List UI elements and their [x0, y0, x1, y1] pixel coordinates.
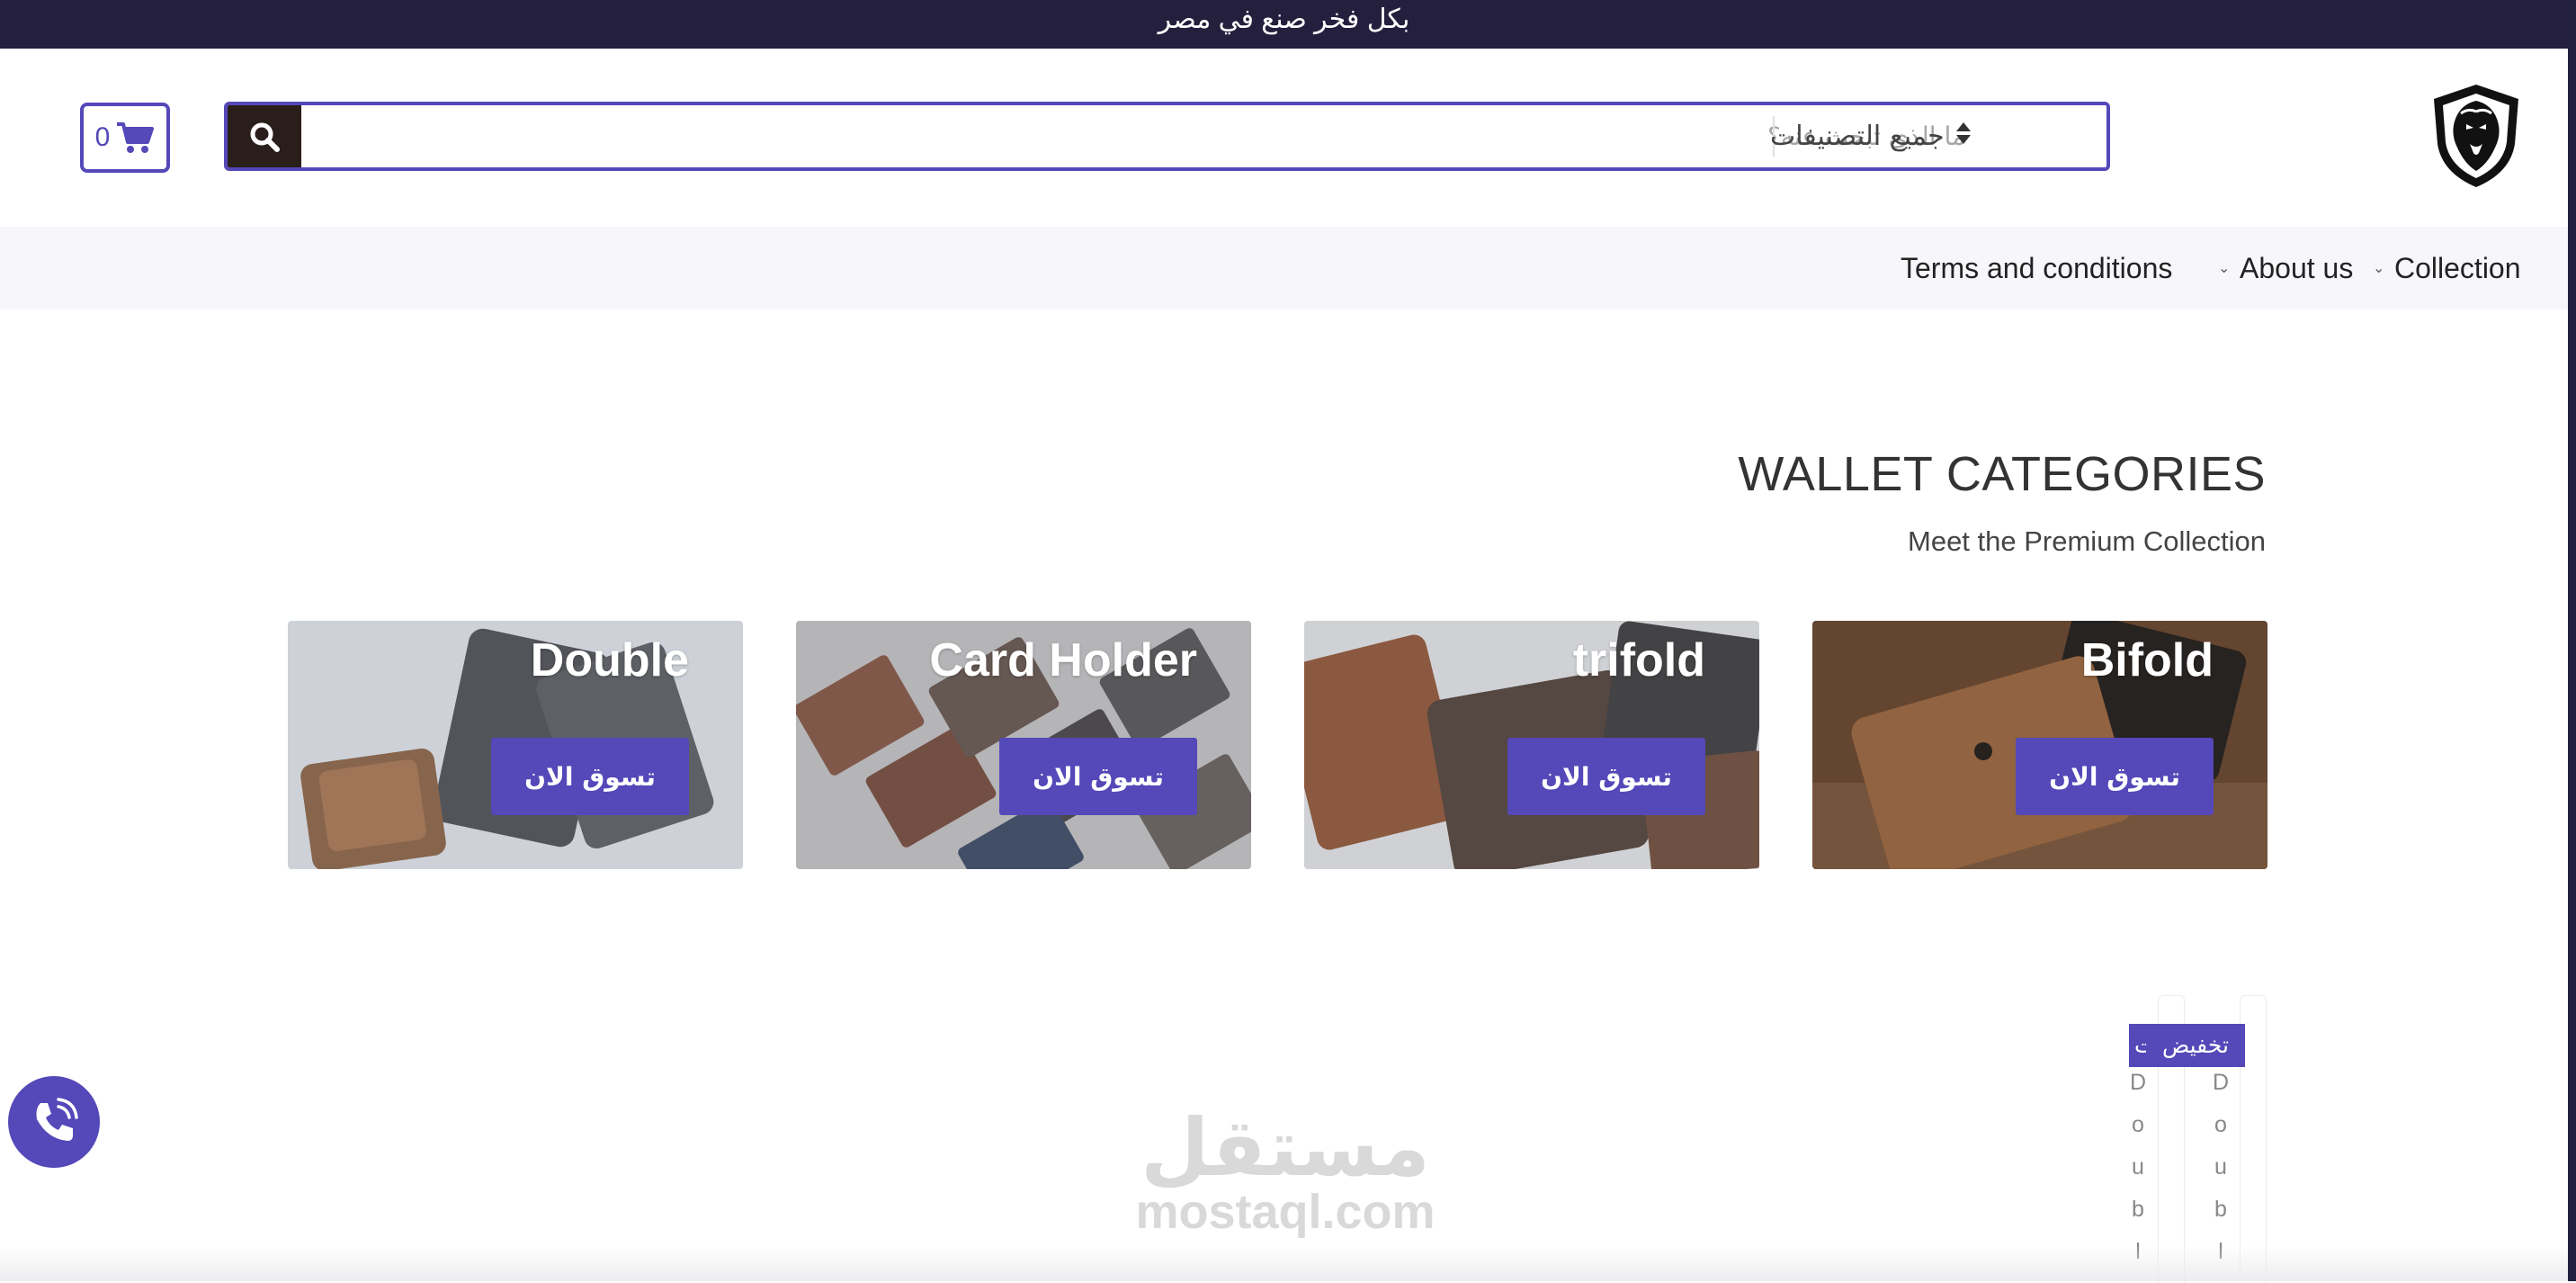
announcement-text: بكل فخر صنع في مصر: [1158, 4, 1410, 34]
cart-count: 0: [94, 122, 111, 152]
product-name-letter: u: [2214, 1154, 2227, 1180]
nav-item-label: Terms and conditions: [1901, 252, 2173, 284]
category-select-label: جميع التصنيفات: [1770, 121, 1945, 152]
product-name-letter: o: [2214, 1112, 2227, 1137]
phone-icon: [36, 1098, 78, 1141]
category-title: Card Holder: [929, 634, 1197, 686]
product-name-letter: D: [2212, 1070, 2230, 1095]
search-bar: جميع التصنيفات: [224, 102, 2110, 171]
product-name-letter: b: [2132, 1197, 2144, 1222]
watermark: مستقل mostaql.com: [1128, 1101, 1443, 1239]
section-subtitle: Meet the Premium Collection: [1908, 525, 2266, 557]
search-icon: [250, 122, 280, 152]
category-title: Bifold: [2080, 634, 2214, 686]
category-card-bifold[interactable]: Bifold تسوق الان: [1812, 621, 2267, 869]
lion-shield-icon[interactable]: [2425, 81, 2527, 191]
scrollbar[interactable]: [2568, 0, 2576, 1281]
product-name[interactable]: D o u b l: [2207, 1062, 2234, 1273]
select-arrows-icon: [1955, 121, 1972, 152]
nav-item-label: About us: [2240, 252, 2354, 284]
category-title: Double: [530, 634, 689, 686]
product-name-letter: b: [2214, 1197, 2227, 1222]
sale-badge: تخفيض: [2146, 1024, 2245, 1067]
cart-icon: [117, 122, 155, 153]
shop-now-button[interactable]: تسوق الان: [2016, 738, 2214, 815]
search-button[interactable]: [228, 105, 301, 167]
category-title: trifold: [1572, 634, 1705, 686]
shop-now-button[interactable]: تسوق الان: [1507, 738, 1705, 815]
nav-item-label: Collection: [2394, 252, 2521, 284]
bottom-fade: [0, 1245, 2568, 1281]
category-card-double[interactable]: Double تسوق الان: [288, 621, 743, 869]
section-title: WALLET CATEGORIES: [1738, 447, 2266, 501]
product-name-letter: u: [2132, 1154, 2144, 1180]
product-name-letter: o: [2132, 1112, 2144, 1137]
main-navigation: Collection ⌄ About us ⌄ Terms and condit…: [0, 227, 2568, 310]
category-select[interactable]: جميع التصنيفات: [1770, 105, 2106, 167]
nav-item-terms[interactable]: Terms and conditions: [1901, 227, 2172, 310]
product-name[interactable]: D o u b l: [2124, 1062, 2151, 1273]
top-announcement-bar: بكل فخر صنع في مصر: [0, 0, 2568, 49]
shop-now-button[interactable]: تسوق الان: [999, 738, 1197, 815]
shop-now-button[interactable]: تسوق الان: [491, 738, 689, 815]
watermark-latin: mostaql.com: [1135, 1185, 1436, 1239]
call-button[interactable]: [8, 1076, 100, 1168]
cart-button[interactable]: 0: [80, 103, 170, 173]
category-card-trifold[interactable]: trifold تسوق الان: [1304, 621, 1759, 869]
category-card-card-holder[interactable]: Card Holder تسوق الان: [796, 621, 1251, 869]
watermark-arabic: مستقل: [1140, 1101, 1430, 1194]
search-input[interactable]: [309, 105, 1981, 167]
nav-item-collection[interactable]: Collection: [2394, 227, 2521, 310]
chevron-down-icon[interactable]: ⌄: [2218, 227, 2230, 311]
product-name-letter: D: [2129, 1070, 2147, 1095]
chevron-down-icon[interactable]: ⌄: [2373, 227, 2384, 311]
nav-item-about-us[interactable]: About us: [2240, 227, 2353, 310]
